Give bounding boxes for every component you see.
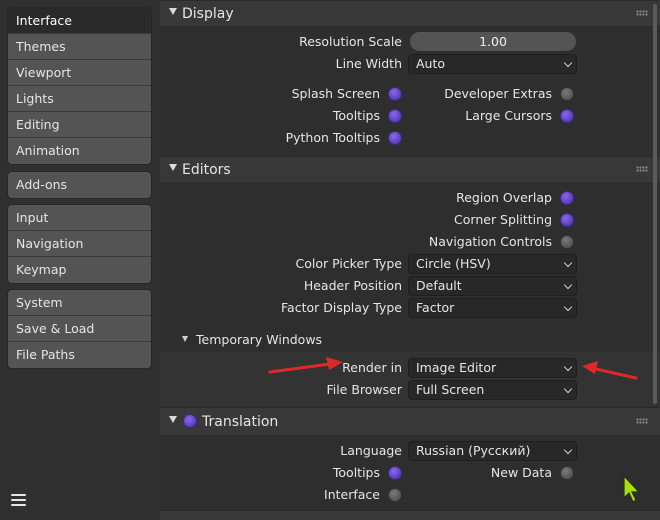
new-data-label: New Data bbox=[490, 465, 552, 480]
panel-header-display[interactable]: Display bbox=[160, 0, 660, 26]
header-position-label: Header Position bbox=[303, 278, 402, 293]
factor-display-type-label: Factor Display Type bbox=[281, 300, 402, 315]
panel-title: Translation bbox=[202, 414, 279, 430]
render-in-dropdown[interactable]: Image Editor bbox=[408, 358, 577, 378]
large-cursors-label: Large Cursors bbox=[465, 108, 552, 123]
translation-tooltips-label: Tooltips bbox=[332, 465, 380, 480]
sidebar-item-system[interactable]: System bbox=[8, 290, 151, 316]
hamburger-menu-icon[interactable] bbox=[11, 494, 26, 508]
sidebar-item-save-load[interactable]: Save & Load bbox=[8, 316, 151, 342]
drag-grip-icon[interactable] bbox=[636, 10, 648, 16]
collapse-triangle-icon bbox=[169, 164, 177, 171]
nav-group-ui: Interface Themes Viewport Lights Editing… bbox=[7, 7, 152, 165]
sidebar-item-interface[interactable]: Interface bbox=[8, 8, 151, 34]
subpanel-title: Temporary Windows bbox=[196, 332, 323, 347]
drag-grip-icon[interactable] bbox=[636, 418, 648, 424]
sidebar-item-keymap[interactable]: Keymap bbox=[8, 257, 151, 283]
region-overlap-label: Region Overlap bbox=[456, 190, 552, 205]
preferences-main: Display Resolution Scale 1.00 Line Width… bbox=[160, 0, 660, 520]
line-width-value: Auto bbox=[416, 56, 446, 71]
developer-extras-label: Developer Extras bbox=[444, 86, 552, 101]
sidebar-item-animation[interactable]: Animation bbox=[8, 138, 151, 164]
large-cursors-checkbox[interactable] bbox=[561, 110, 573, 122]
python-tooltips-checkbox[interactable] bbox=[389, 132, 401, 144]
subpanel-header-temporary-windows[interactable]: Temporary Windows bbox=[160, 328, 660, 352]
drag-grip-icon[interactable] bbox=[636, 166, 648, 172]
line-width-label: Line Width bbox=[335, 56, 402, 71]
subpanel-body-temporary-windows: Render in Image Editor File Browser Full… bbox=[160, 352, 660, 406]
language-dropdown[interactable]: Russian (Русский) bbox=[408, 441, 577, 461]
sidebar-item-lights[interactable]: Lights bbox=[8, 86, 151, 112]
panel-header-next[interactable] bbox=[160, 510, 660, 520]
tooltips-label: Tooltips bbox=[332, 108, 380, 123]
color-picker-type-label: Color Picker Type bbox=[295, 256, 402, 271]
collapse-triangle-icon bbox=[169, 416, 177, 423]
resolution-scale-slider[interactable]: 1.00 bbox=[410, 32, 576, 51]
line-width-dropdown[interactable]: Auto bbox=[408, 54, 577, 74]
corner-splitting-checkbox[interactable] bbox=[561, 214, 573, 226]
render-in-label: Render in bbox=[342, 360, 402, 375]
navigation-controls-checkbox[interactable] bbox=[561, 236, 573, 248]
panel-body-translation: Language Russian (Русский) Tooltips New … bbox=[160, 435, 660, 508]
panel-header-editors[interactable]: Editors bbox=[160, 156, 660, 182]
preferences-sidebar: Interface Themes Viewport Lights Editing… bbox=[0, 0, 160, 520]
splash-screen-label: Splash Screen bbox=[291, 86, 380, 101]
panel-body-editors: Region Overlap Corner Splitting Navigati… bbox=[160, 182, 660, 406]
sidebar-item-viewport[interactable]: Viewport bbox=[8, 60, 151, 86]
chevron-down-icon bbox=[563, 445, 573, 455]
sidebar-item-editing[interactable]: Editing bbox=[8, 112, 151, 138]
new-data-checkbox[interactable] bbox=[561, 467, 573, 479]
nav-group-system: System Save & Load File Paths bbox=[7, 289, 152, 369]
translation-tooltips-checkbox[interactable] bbox=[389, 467, 401, 479]
render-in-value: Image Editor bbox=[416, 360, 497, 375]
vertical-scrollbar[interactable] bbox=[653, 4, 657, 404]
language-label: Language bbox=[340, 443, 402, 458]
collapse-triangle-icon bbox=[182, 336, 188, 342]
factor-display-type-value: Factor bbox=[416, 300, 455, 315]
sidebar-item-input[interactable]: Input bbox=[8, 205, 151, 231]
corner-splitting-label: Corner Splitting bbox=[454, 212, 552, 227]
chevron-down-icon bbox=[563, 362, 573, 372]
nav-group-addons: Add-ons bbox=[7, 171, 152, 199]
chevron-down-icon bbox=[563, 280, 573, 290]
panel-header-translation[interactable]: Translation bbox=[160, 407, 660, 435]
file-browser-value: Full Screen bbox=[416, 382, 485, 397]
region-overlap-checkbox[interactable] bbox=[561, 192, 573, 204]
navigation-controls-label: Navigation Controls bbox=[428, 234, 552, 249]
translation-interface-checkbox[interactable] bbox=[389, 489, 401, 501]
chevron-down-icon bbox=[563, 58, 573, 68]
resolution-scale-label: Resolution Scale bbox=[299, 34, 402, 49]
header-position-value: Default bbox=[416, 278, 462, 293]
chevron-down-icon bbox=[563, 258, 573, 268]
header-position-dropdown[interactable]: Default bbox=[408, 276, 577, 296]
file-browser-dropdown[interactable]: Full Screen bbox=[408, 380, 577, 400]
tooltips-checkbox[interactable] bbox=[389, 110, 401, 122]
nav-group-input: Input Navigation Keymap bbox=[7, 204, 152, 284]
chevron-down-icon bbox=[563, 384, 573, 394]
color-picker-type-value: Circle (HSV) bbox=[416, 256, 491, 271]
panel-title: Display bbox=[182, 6, 234, 22]
panel-title: Editors bbox=[182, 162, 231, 178]
splash-screen-checkbox[interactable] bbox=[389, 88, 401, 100]
file-browser-label: File Browser bbox=[326, 382, 402, 397]
language-value: Russian (Русский) bbox=[416, 443, 531, 458]
translation-interface-label: Interface bbox=[324, 487, 380, 502]
translation-enable-checkbox[interactable] bbox=[184, 415, 196, 427]
panel-body-display: Resolution Scale 1.00 Line Width Auto Sp… bbox=[160, 26, 660, 156]
developer-extras-checkbox[interactable] bbox=[561, 88, 573, 100]
sidebar-item-file-paths[interactable]: File Paths bbox=[8, 342, 151, 368]
sidebar-item-addons[interactable]: Add-ons bbox=[8, 172, 151, 198]
mouse-cursor-icon bbox=[623, 474, 641, 503]
chevron-down-icon bbox=[563, 302, 573, 312]
collapse-triangle-icon bbox=[169, 8, 177, 15]
sidebar-item-themes[interactable]: Themes bbox=[8, 34, 151, 60]
factor-display-type-dropdown[interactable]: Factor bbox=[408, 298, 577, 318]
sidebar-item-navigation[interactable]: Navigation bbox=[8, 231, 151, 257]
python-tooltips-label: Python Tooltips bbox=[285, 130, 380, 145]
color-picker-type-dropdown[interactable]: Circle (HSV) bbox=[408, 254, 577, 274]
